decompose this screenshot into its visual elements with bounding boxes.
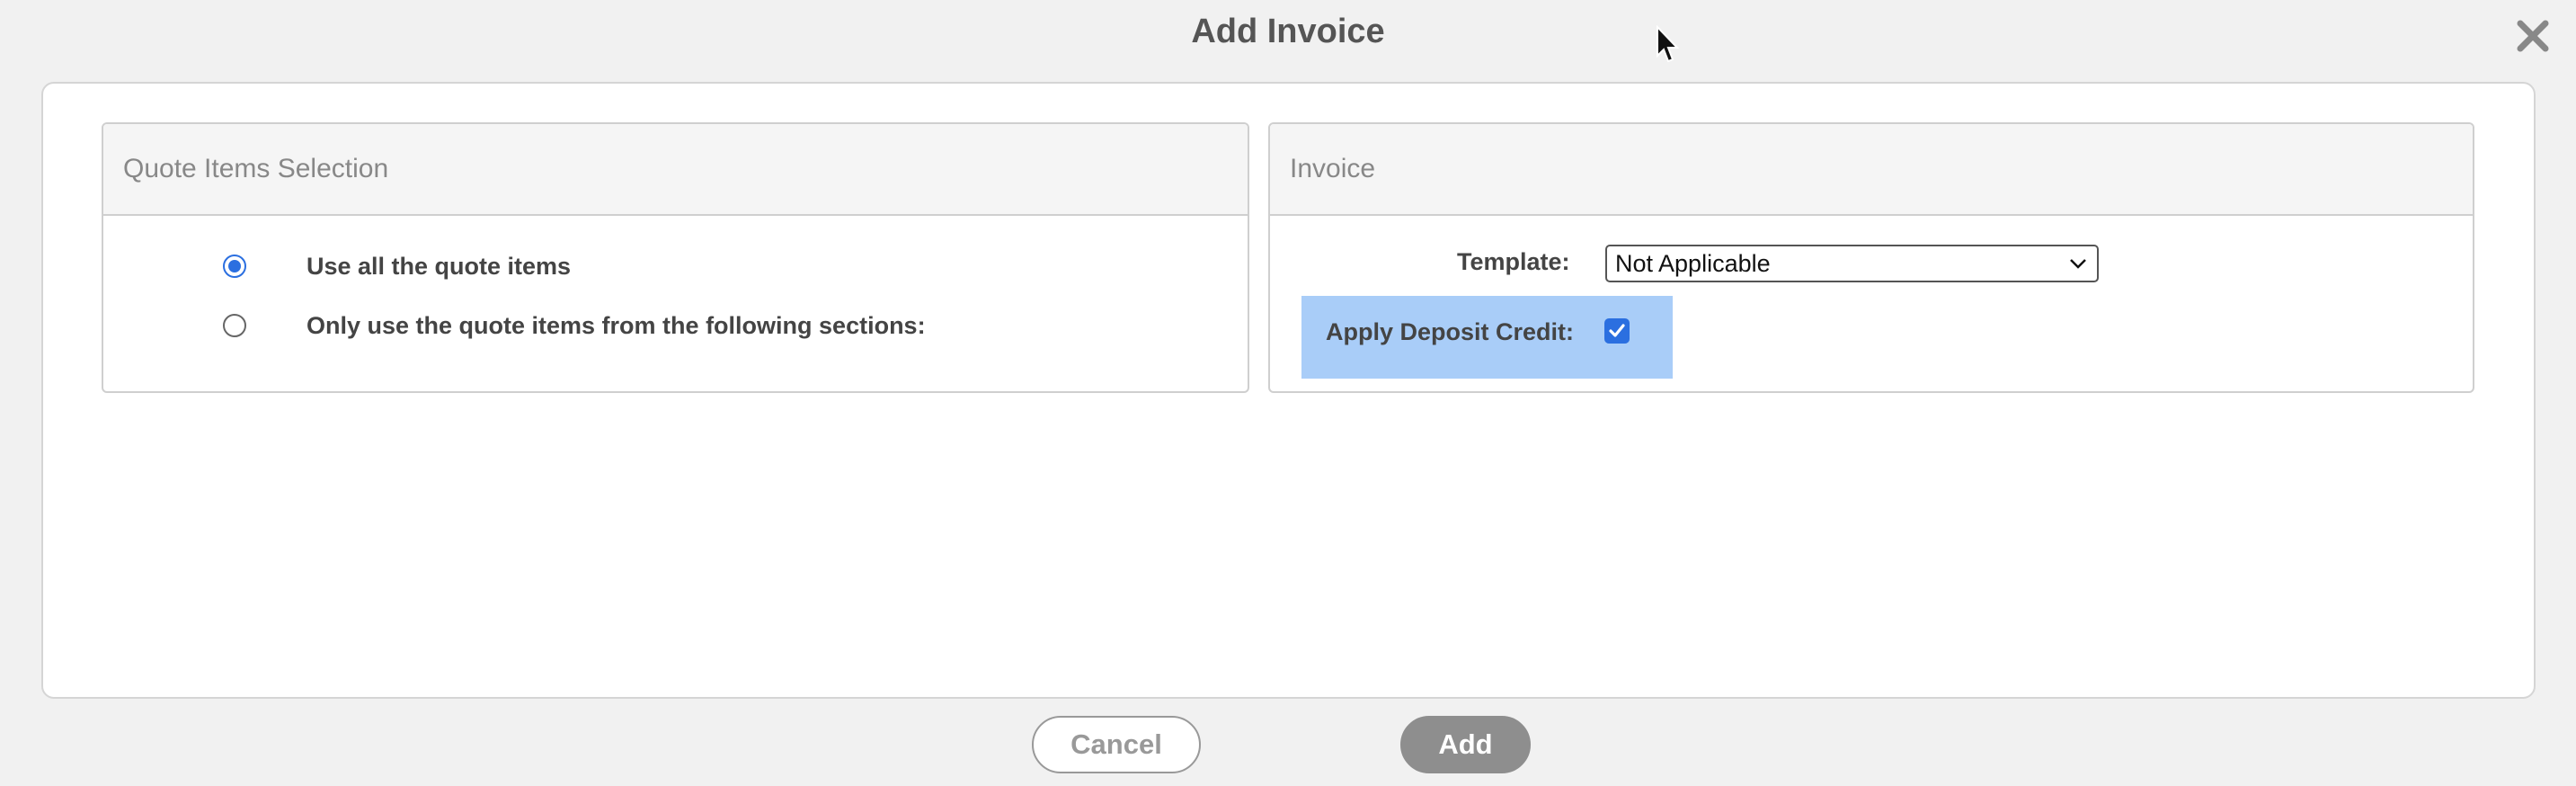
option-sections-label[interactable]: Only use the quote items from the follow…	[306, 312, 926, 340]
checkmark-icon	[1609, 324, 1625, 337]
apply-deposit-row: Apply Deposit Credit:	[1301, 296, 1673, 379]
chevron-down-icon	[2070, 259, 2086, 269]
apply-deposit-label: Apply Deposit Credit:	[1326, 318, 1575, 345]
apply-deposit-checkbox[interactable]	[1604, 318, 1630, 344]
cancel-button[interactable]: Cancel	[1032, 716, 1201, 773]
template-select[interactable]: Not Applicable	[1605, 245, 2099, 282]
template-select-value: Not Applicable	[1615, 250, 1771, 277]
invoice-panel-title: Invoice	[1270, 124, 2473, 216]
close-icon[interactable]	[2513, 16, 2553, 56]
option-use-all-label[interactable]: Use all the quote items	[306, 253, 571, 281]
quote-items-panel-title: Quote Items Selection	[103, 124, 1248, 216]
quote-items-panel: Quote Items Selection Use all the quote …	[102, 122, 1249, 393]
dialog-title: Add Invoice	[1191, 13, 1385, 50]
add-button[interactable]: Add	[1400, 716, 1531, 773]
mouse-cursor-icon	[1656, 24, 1680, 63]
invoice-panel: Invoice Template: Not Applicable Apply D…	[1268, 122, 2474, 393]
radio-sections[interactable]	[223, 314, 246, 337]
radio-use-all[interactable]	[223, 255, 246, 278]
template-label: Template:	[1457, 248, 1570, 275]
